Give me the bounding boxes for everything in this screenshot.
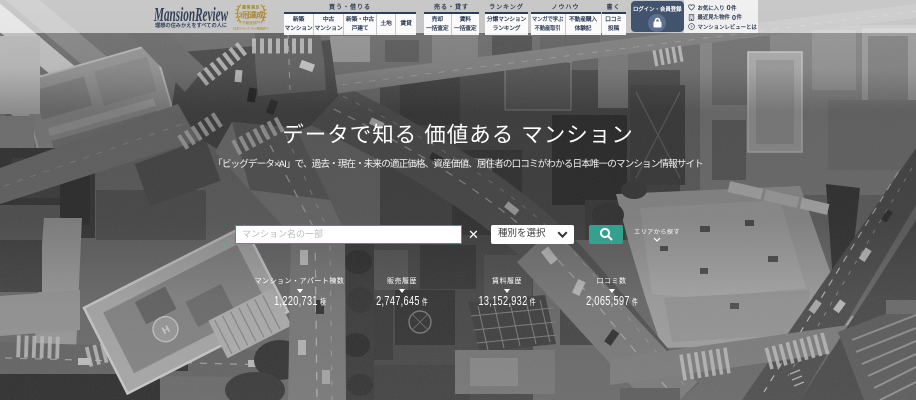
svg-text:〈 不動産部門 〉: 〈 不動産部門 〉 <box>237 20 264 25</box>
svg-text:日本ﾏｰｹﾃｨﾝｸﾞﾘｻｰﾁ機構調べ: 日本ﾏｰｹﾃｨﾝｸﾞﾘｻｰﾁ機構調べ <box>233 26 268 31</box>
svg-text:?: ? <box>690 25 693 29</box>
svg-text:顧客満足: 顧客満足 <box>242 4 260 10</box>
svg-text:3冠達成: 3冠達成 <box>239 10 265 20</box>
